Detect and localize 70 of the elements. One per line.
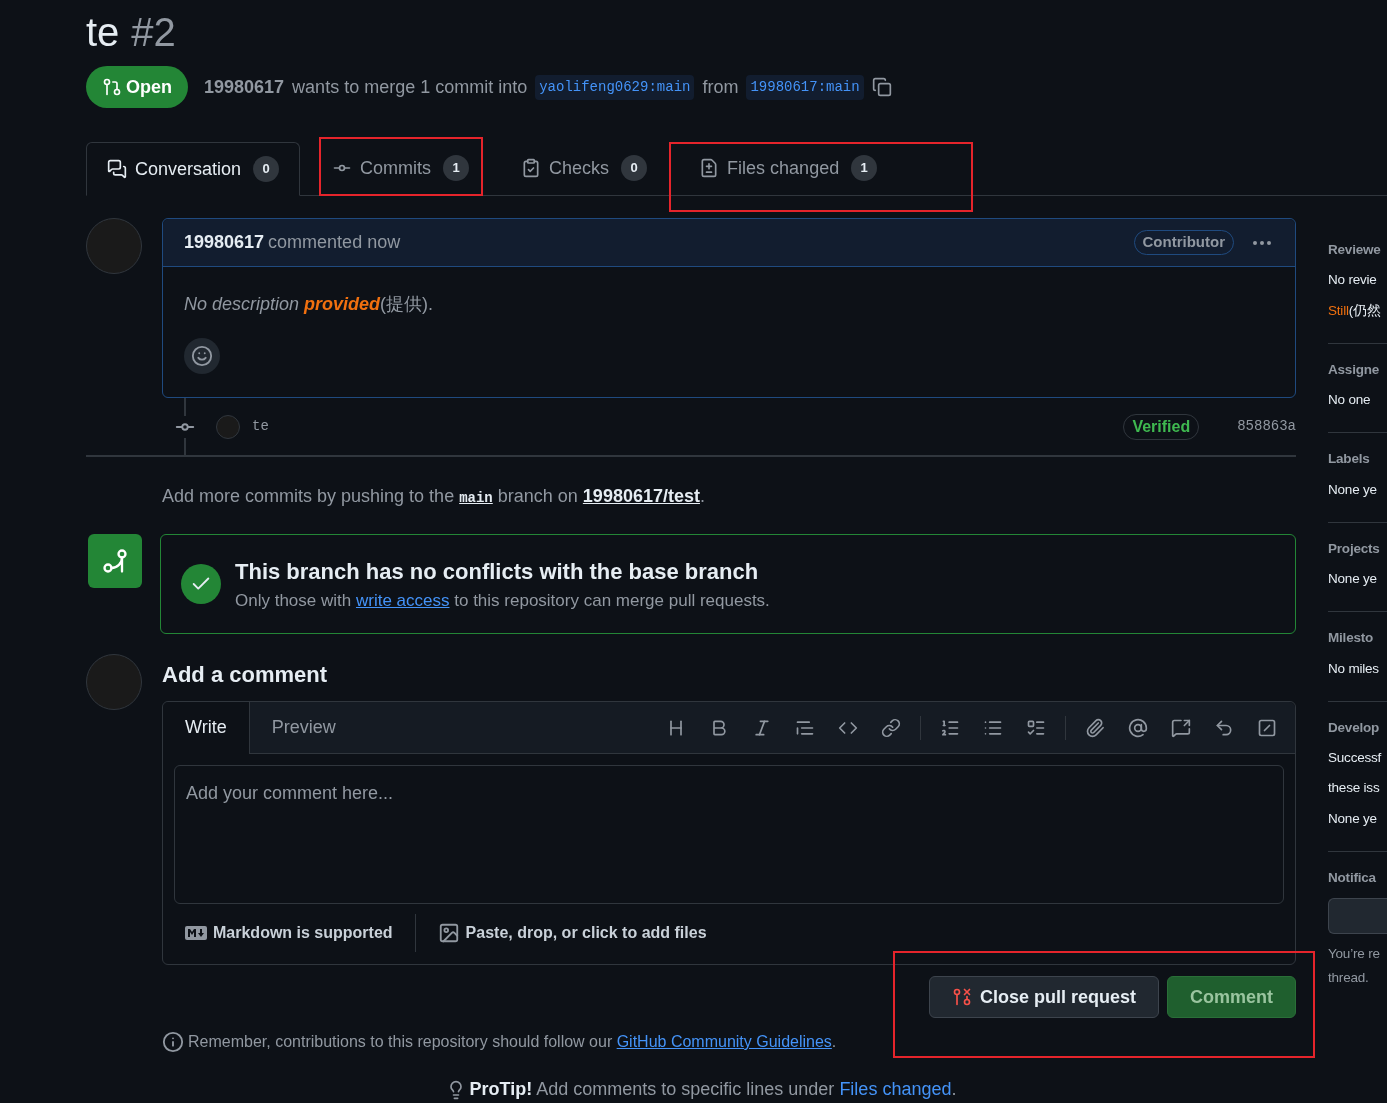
pr-number: #2 bbox=[131, 9, 176, 56]
comment-body: No description provided(提供). bbox=[183, 293, 435, 316]
avatar bbox=[86, 654, 142, 710]
tab[interactable]: Files changed 1 bbox=[679, 141, 898, 195]
sidebar-heading: Milesto bbox=[1328, 629, 1375, 648]
sidebar-text: None ye bbox=[1328, 570, 1378, 588]
guidelines-link[interactable]: GitHub Community Guidelines bbox=[616, 1033, 832, 1050]
sidebar-text: thread. bbox=[1328, 969, 1370, 988]
info-icon bbox=[162, 1031, 184, 1053]
protip: ProTip! Add comments to specific lines under Files changed. bbox=[469, 1078, 957, 1101]
comment-input[interactable]: Add your comment here... bbox=[174, 765, 1284, 904]
base-branch[interactable]: yaolifeng0629:main bbox=[535, 74, 695, 100]
sidebar-text: None ye bbox=[1328, 480, 1378, 499]
avatar bbox=[86, 218, 142, 274]
sidebar-heading: Develop bbox=[1328, 718, 1381, 737]
author-name[interactable]: 19980617 bbox=[204, 73, 285, 101]
sidebar-text: No one bbox=[1328, 391, 1372, 409]
tab-count: 1 bbox=[443, 155, 470, 181]
tab-count: 0 bbox=[621, 155, 648, 181]
tab[interactable]: Conversation 0 bbox=[86, 142, 301, 196]
avatar bbox=[216, 414, 240, 439]
guidelines-note: Remember, contributions to this repository should follow our GitHub Community Guidelines. bbox=[188, 1032, 837, 1052]
sidebar-text: None ye bbox=[1328, 809, 1378, 828]
editor-tab[interactable]: Preview bbox=[249, 701, 358, 754]
from-label: from bbox=[702, 75, 739, 99]
markdown-hint[interactable]: Markdown is supported bbox=[213, 914, 416, 952]
markdown-icon bbox=[185, 926, 207, 940]
files-changed-link[interactable]: Files changed bbox=[839, 1079, 952, 1099]
tab-count: 1 bbox=[851, 155, 878, 181]
sidebar-heading: Assigne bbox=[1328, 360, 1381, 379]
sidebar-text: Still(仍然 bbox=[1328, 301, 1382, 320]
sidebar-text: Successf bbox=[1328, 749, 1383, 767]
tab[interactable]: Checks 0 bbox=[501, 141, 668, 195]
sidebar-heading: Notifica bbox=[1328, 868, 1377, 887]
file-diff-icon bbox=[699, 158, 720, 178]
close-pr-button[interactable]: Close pull request bbox=[928, 976, 1159, 1018]
image-icon bbox=[437, 922, 460, 944]
merge-status-title: This branch has no conflicts with the base branch bbox=[235, 557, 760, 586]
conversation-icon bbox=[107, 159, 127, 179]
checklist-icon bbox=[521, 158, 542, 178]
emoji-button[interactable] bbox=[184, 338, 220, 374]
sidebar-text: No revie bbox=[1328, 271, 1378, 290]
write-access-link[interactable]: write access bbox=[355, 590, 450, 610]
sidebar-text: these iss bbox=[1328, 779, 1381, 798]
sidebar-heading: Projects bbox=[1328, 539, 1381, 558]
editor-tab[interactable]: Write bbox=[163, 701, 250, 754]
smiley-icon bbox=[191, 345, 213, 367]
add-comment-heading: Add a comment bbox=[162, 661, 329, 689]
merge-status-text: Only those with write access to this repository can merge pull requests. bbox=[235, 589, 770, 612]
commit-sha[interactable]: 858863a bbox=[1237, 416, 1296, 437]
sidebar-text: No miles bbox=[1328, 659, 1380, 678]
tab[interactable]: Commits 1 bbox=[312, 141, 490, 195]
comment-author[interactable]: 19980617 bbox=[184, 229, 265, 256]
commit-message[interactable]: te bbox=[252, 416, 269, 437]
copy-icon[interactable] bbox=[871, 77, 892, 97]
check-icon bbox=[181, 564, 221, 604]
status-badge: Open bbox=[86, 66, 188, 108]
sidebar-heading: Labels bbox=[1328, 450, 1371, 469]
merge-summary: wants to merge 1 commit into bbox=[292, 75, 528, 99]
sidebar-heading: Reviewe bbox=[1328, 241, 1382, 259]
push-hint: Add more commits by pushing to the main branch on 19980617/test. bbox=[162, 485, 706, 508]
branch-icon bbox=[88, 534, 142, 588]
sidebar-text: You’re re bbox=[1328, 945, 1381, 963]
comment-button[interactable]: Comment bbox=[1167, 976, 1296, 1018]
head-branch[interactable]: 19980617:main bbox=[746, 74, 864, 100]
closed-pull-request-icon bbox=[951, 987, 972, 1007]
comment-time: commented now bbox=[268, 231, 401, 254]
tab-count: 0 bbox=[253, 156, 280, 182]
pr-title: te bbox=[86, 9, 120, 56]
attach-files-hint[interactable]: Paste, drop, or click to add files bbox=[465, 921, 707, 945]
